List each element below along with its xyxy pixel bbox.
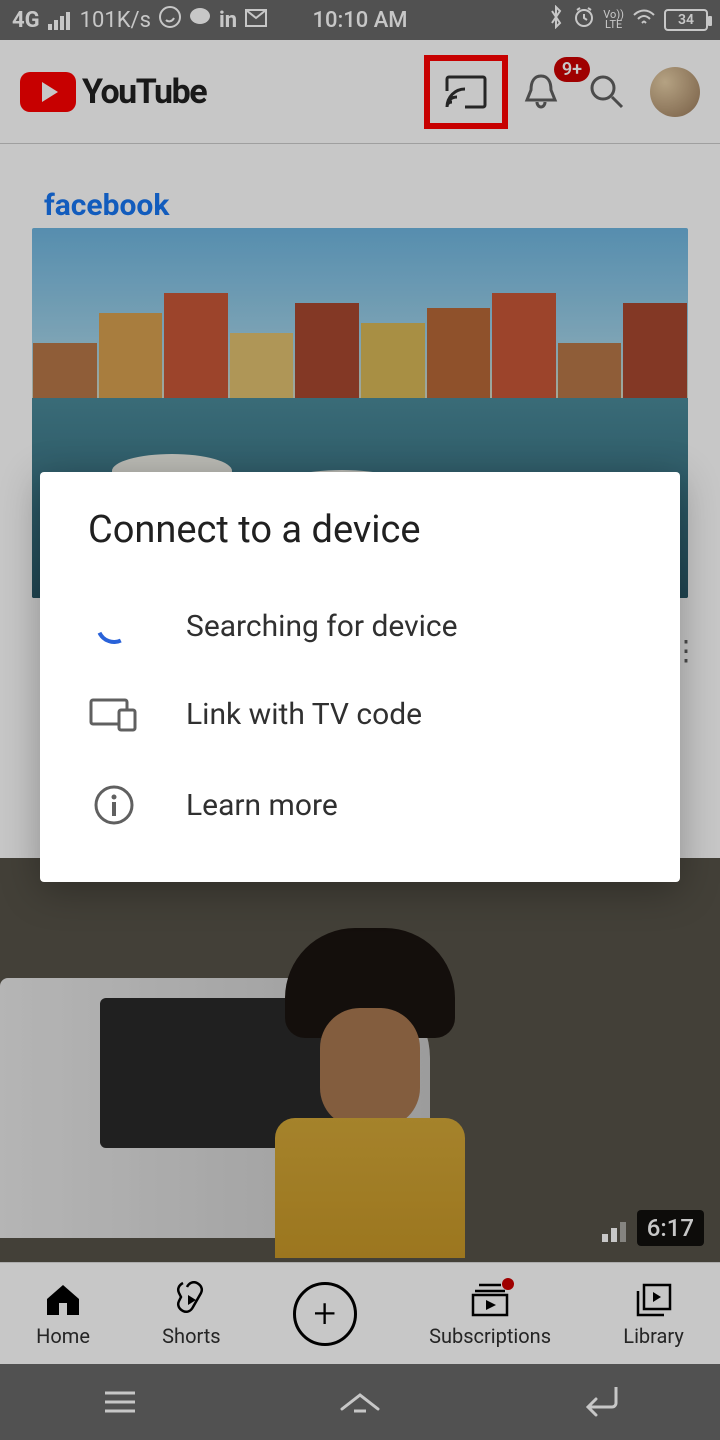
recent-apps-button[interactable] [90, 1382, 150, 1422]
linkedin-icon: in [219, 8, 237, 33]
volume-icon [602, 1218, 630, 1246]
home-icon [43, 1280, 83, 1320]
subscriptions-dot [502, 1278, 514, 1290]
bluetooth-icon [547, 5, 565, 35]
youtube-logo[interactable]: YouTube [20, 72, 206, 112]
nav-subscriptions[interactable]: Subscriptions [429, 1280, 551, 1348]
link-tv-code-row[interactable]: Link with TV code [40, 670, 680, 758]
nav-create[interactable]: + [293, 1282, 357, 1346]
learn-more-row[interactable]: Learn more [40, 758, 680, 852]
dialog-title: Connect to a device [40, 508, 680, 582]
network-type: 4G [12, 8, 40, 33]
sponsor-label: facebook [44, 188, 169, 223]
nav-home[interactable]: Home [36, 1280, 90, 1348]
wifi-icon [632, 7, 656, 33]
nav-shorts[interactable]: Shorts [162, 1280, 220, 1348]
alarm-icon [573, 6, 595, 34]
app-header: YouTube 9+ [0, 40, 720, 144]
chat-icon [189, 6, 211, 34]
link-tv-label: Link with TV code [186, 697, 422, 732]
nav-library[interactable]: Library [623, 1280, 684, 1348]
volte-icon: Vo))LTE [603, 10, 624, 30]
searching-row: Searching for device [40, 582, 680, 670]
back-button[interactable] [570, 1382, 630, 1422]
notifications-button[interactable]: 9+ [508, 59, 574, 125]
signal-icon [48, 10, 72, 30]
mail-icon [245, 8, 267, 33]
cast-icon[interactable] [433, 59, 499, 125]
avatar[interactable] [650, 67, 700, 117]
nav-home-label: Home [36, 1324, 90, 1348]
cast-button-highlight [424, 55, 508, 129]
devices-icon [88, 696, 140, 732]
home-button[interactable] [330, 1382, 390, 1422]
battery-icon: 34 [664, 9, 708, 31]
bell-icon [523, 72, 559, 112]
whatsapp-icon [159, 6, 181, 34]
subscriptions-icon [470, 1280, 510, 1320]
learn-more-label: Learn more [186, 788, 338, 823]
cast-dialog: Connect to a device Searching for device… [40, 472, 680, 882]
shorts-icon [171, 1280, 211, 1320]
status-bar: 4G 101K/s in 10:10 AM Vo))LTE 34 [0, 0, 720, 40]
plus-icon: + [293, 1282, 357, 1346]
nav-subs-label: Subscriptions [429, 1324, 551, 1348]
info-icon [88, 784, 140, 826]
video-thumbnail-2[interactable]: 6:17 [0, 858, 720, 1262]
nav-shorts-label: Shorts [162, 1324, 220, 1348]
library-icon [634, 1280, 674, 1320]
bottom-nav: Home Shorts + Subscriptions Library [0, 1262, 720, 1364]
search-icon [588, 73, 626, 111]
android-nav-bar [0, 1364, 720, 1440]
clock: 10:10 AM [312, 8, 407, 33]
nav-library-label: Library [623, 1324, 684, 1348]
data-speed: 101K/s [80, 8, 151, 33]
notification-badge: 9+ [554, 57, 590, 82]
duration-badge: 6:17 [637, 1210, 704, 1246]
searching-label: Searching for device [186, 609, 458, 644]
spinner-icon [88, 608, 140, 644]
